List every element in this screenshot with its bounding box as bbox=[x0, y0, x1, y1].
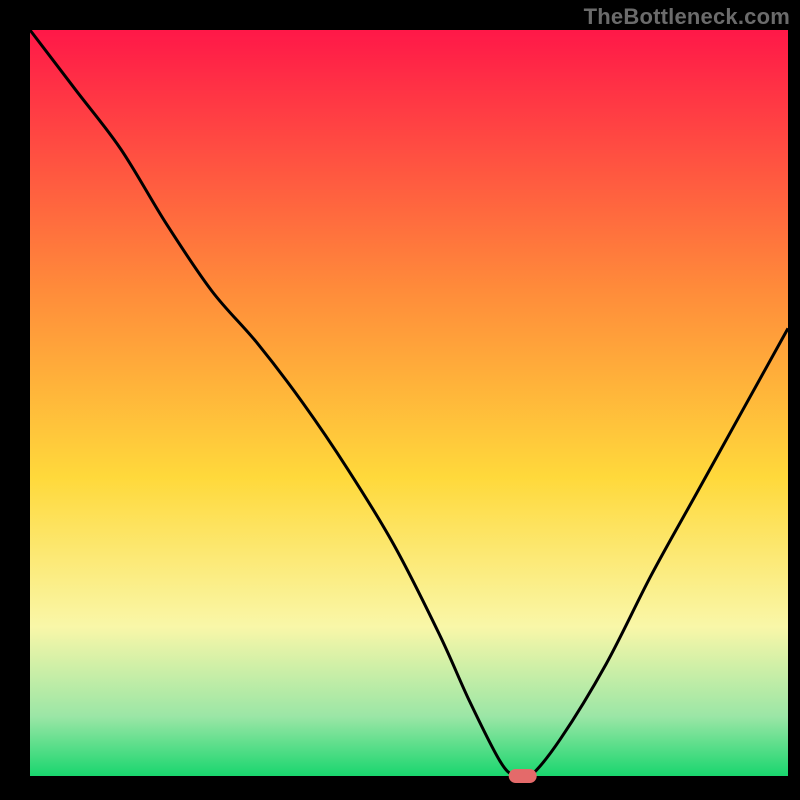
optimal-marker bbox=[509, 769, 537, 783]
attribution-label: TheBottleneck.com bbox=[584, 4, 790, 30]
plot-area bbox=[30, 30, 788, 776]
chart-frame: { "attribution": "TheBottleneck.com", "c… bbox=[0, 0, 800, 800]
bottleneck-chart bbox=[0, 0, 800, 800]
